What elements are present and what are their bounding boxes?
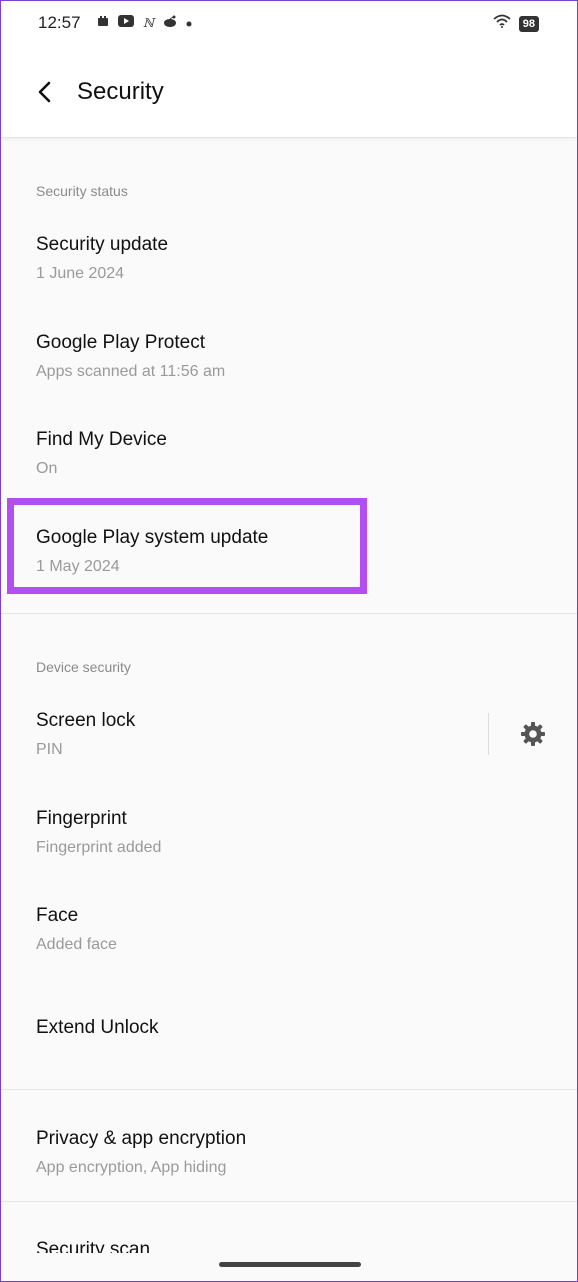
item-subtitle: PIN (36, 741, 63, 758)
dot-icon (186, 16, 192, 30)
item-subtitle: App encryption, App hiding (36, 1159, 227, 1176)
section-divider (1, 613, 577, 614)
status-time: 12:57 (38, 13, 81, 32)
youtube-icon (118, 15, 134, 30)
item-subtitle: 1 June 2024 (36, 265, 125, 282)
wifi-icon (493, 14, 511, 33)
section-divider (1, 1201, 577, 1202)
status-bar: 12:57 ℕ 98 (1, 1, 577, 47)
item-title: Screen lock (36, 710, 136, 731)
nav-bar (1, 1253, 577, 1281)
item-title: Fingerprint (36, 808, 127, 829)
item-fingerprint[interactable]: Fingerprint Fingerprint added (1, 797, 577, 887)
item-title: Extend Unlock (36, 1017, 159, 1038)
status-system-icons: 98 (493, 14, 539, 33)
item-title: Security update (36, 234, 169, 255)
page-title: Security (77, 78, 164, 105)
back-button[interactable] (31, 77, 61, 107)
battery-indicator: 98 (518, 15, 539, 32)
item-subtitle: On (36, 460, 58, 477)
vertical-separator (488, 713, 489, 755)
section-divider (1, 1089, 577, 1090)
phone-screen: 12:57 ℕ 98 Security Security status Secu… (0, 0, 578, 1282)
status-notification-icons: ℕ (97, 15, 192, 30)
gesture-nav-handle[interactable] (219, 1262, 361, 1267)
screen-lock-settings-button[interactable] (519, 720, 547, 748)
section-label-device-security: Device security (36, 659, 131, 675)
gear-icon (521, 722, 545, 746)
item-security-update[interactable]: Security update 1 June 2024 (1, 223, 577, 313)
item-privacy-app-encryption[interactable]: Privacy & app encryption App encryption,… (1, 1117, 577, 1197)
section-label-security-status: Security status (36, 183, 128, 199)
item-subtitle: Added face (36, 936, 117, 953)
item-extend-unlock[interactable]: Extend Unlock (1, 993, 577, 1083)
item-title: Face (36, 905, 79, 926)
item-title: Privacy & app encryption (36, 1128, 247, 1149)
item-subtitle: Apps scanned at 11:56 am (36, 363, 226, 380)
back-arrow-icon (38, 81, 51, 103)
item-find-my-device[interactable]: Find My Device On (1, 418, 577, 508)
item-subtitle: Fingerprint added (36, 839, 162, 856)
reddit-icon (163, 15, 177, 30)
item-google-play-protect[interactable]: Google Play Protect Apps scanned at 11:5… (1, 321, 577, 411)
app-header: Security (1, 47, 577, 138)
highlight-box (7, 498, 367, 594)
app-icon: ℕ (143, 15, 154, 30)
item-title: Google Play Protect (36, 332, 205, 353)
item-face[interactable]: Face Added face (1, 894, 577, 984)
item-title: Find My Device (36, 429, 167, 450)
notification-icon (97, 15, 109, 30)
item-screen-lock[interactable]: Screen lock PIN (1, 699, 481, 789)
